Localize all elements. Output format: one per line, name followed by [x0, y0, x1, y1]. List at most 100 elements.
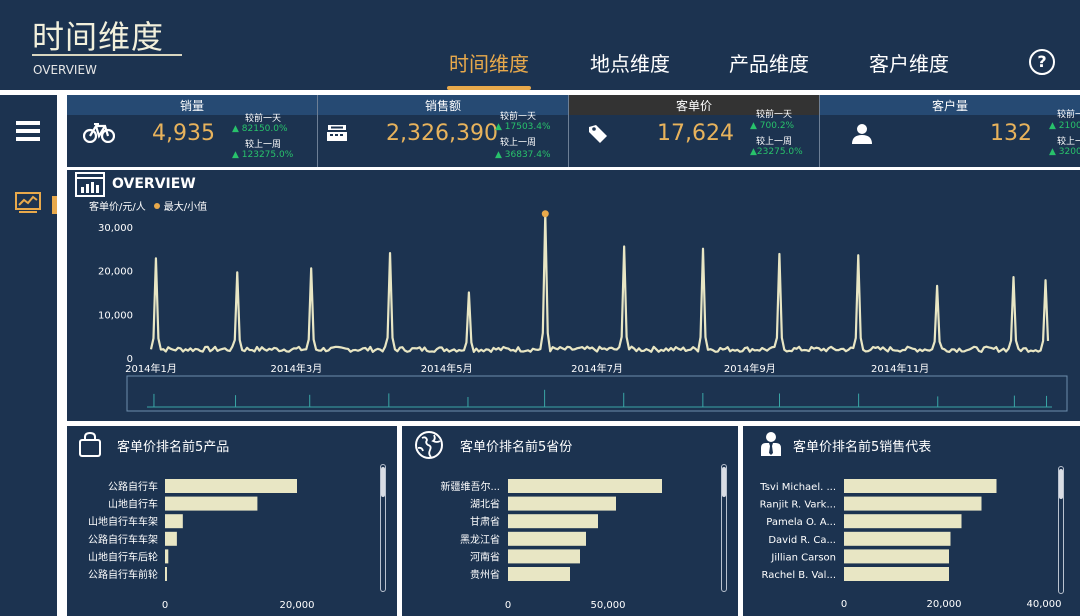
bar	[165, 531, 177, 546]
category-label: Jillian Carson	[770, 552, 836, 563]
scrollbar-thumb[interactable]	[1059, 469, 1063, 499]
bar	[844, 514, 962, 529]
kpi-day-change: ▲ 700.2%	[750, 121, 795, 131]
tab-product-dimension[interactable]: 产品维度	[729, 48, 809, 90]
x-tick-label: 40,000	[1027, 599, 1062, 610]
kpi-card-sales-amount: 销售额 2,326,390 较前一天 ▲ 17503.4% 较上一周 ▲ 368…	[318, 95, 568, 167]
chart-title: OVERVIEW	[112, 176, 196, 192]
category-label: 公路自行车前轮	[88, 568, 158, 581]
kpi-week-label: 较上一周	[756, 137, 793, 147]
help-button[interactable]: ?	[1029, 49, 1055, 75]
bar	[844, 567, 949, 581]
bar	[165, 496, 258, 511]
overview-line-chart: 010,00020,00030,0002014年1月 2014年3月 2014年5月…	[75, 172, 1068, 412]
kpi-week-label: 较上一周	[1057, 137, 1080, 147]
kpi-card-unit-price: 客单价 17,624 较前一天 ▲ 700.2% 较上一周 ▲23275.0%	[569, 95, 819, 167]
tab-time-dimension[interactable]: 时间维度	[447, 48, 531, 90]
x-tick-label: 20,000	[280, 600, 315, 611]
vertical-scrollbar[interactable]	[721, 464, 727, 592]
kpi-week-change: ▲23275.0%	[750, 147, 803, 157]
max-point-marker	[541, 210, 549, 218]
y-tick-label: 20,000	[98, 267, 133, 278]
category-label: 公路自行车车架	[88, 533, 158, 546]
category-label: 贵州省	[470, 568, 500, 581]
kpi-title: 客户量	[931, 99, 968, 113]
bar	[508, 479, 662, 493]
kpi-day-change: ▲ 82150.0%	[232, 124, 288, 134]
x-tick-label: 2014年3月	[270, 362, 322, 375]
x-tick-label: 0	[841, 599, 847, 610]
kpi-value: 2,326,390	[386, 121, 498, 146]
top-products-panel: 客单价排名前5产品 公路自行车 山地自行车 山地自行车车架 公路自行车车架 山地自行车后…	[67, 426, 397, 616]
bicycle-icon	[82, 121, 116, 147]
tab-customer-dimension[interactable]: 客户维度	[869, 48, 949, 90]
menu-icon[interactable]	[16, 121, 40, 141]
page-subtitle: OVERVIEW	[33, 63, 97, 77]
category-label: 河南省	[470, 550, 500, 563]
category-label: 山地自行车车架	[88, 515, 158, 528]
x-tick-label: 0	[162, 600, 168, 611]
vertical-scrollbar[interactable]	[1058, 466, 1064, 594]
bar	[844, 496, 982, 511]
x-tick-label: 2014年11月	[871, 362, 929, 375]
vertical-scrollbar[interactable]	[380, 464, 386, 592]
kpi-day-change: ▲ 2100.0%	[1049, 121, 1080, 131]
overview-chart-panel: 0 10,000 20,000 30,000 2014年1月 2014年3月 2014年5月…	[67, 170, 1080, 421]
price-tag-icon	[587, 123, 609, 149]
kpi-day-label: 较前一天	[756, 110, 793, 120]
top-header: 时间维度 OVERVIEW 时间维度 地点维度 产品维度 客户维度 ?	[0, 0, 1080, 90]
kpi-value: 132	[990, 121, 1032, 146]
bar	[508, 514, 598, 529]
bar-chart-icon	[75, 172, 105, 197]
x-tick-label: 2014年1月	[125, 362, 177, 375]
y-axis-label: 客单价/元/人	[89, 202, 146, 213]
category-label: Rachel B. Val...	[761, 570, 836, 581]
title-underline	[32, 54, 182, 56]
x-tick-label: 2014年5月	[421, 362, 473, 375]
x-tick-label: 50,000	[591, 600, 626, 611]
scrollbar-thumb[interactable]	[381, 467, 385, 497]
line-chart-icon[interactable]	[15, 192, 41, 218]
kpi-value: 4,935	[152, 121, 215, 146]
x-tick-label: 20,000	[927, 599, 962, 610]
bar	[165, 479, 297, 493]
bar	[844, 549, 949, 564]
category-label: 黑龙江省	[460, 533, 500, 546]
category-label: David R. Ca...	[768, 535, 836, 546]
scrollbar-thumb[interactable]	[722, 467, 726, 497]
category-label: Tsvi Michael. ...	[759, 482, 836, 493]
person-icon	[851, 123, 873, 149]
top-sales-reps-bar-chart: Tsvi Michael. ... Ranjit R. Vark... Pamela…	[759, 479, 1062, 610]
bar	[508, 549, 580, 564]
category-label: Pamela O. A...	[766, 517, 836, 528]
kpi-week-change: ▲ 3200.0%	[1049, 147, 1080, 157]
y-tick-label: 10,000	[98, 310, 133, 321]
page-title: 时间维度	[32, 18, 165, 56]
range-brush-frame	[126, 375, 1068, 412]
bar	[844, 479, 997, 493]
cash-register-icon	[326, 123, 348, 147]
category-label: 山地自行车后轮	[88, 550, 158, 563]
bar	[508, 531, 586, 546]
sidebar	[0, 95, 57, 616]
y-tick-label: 30,000	[98, 223, 133, 234]
kpi-value: 17,624	[657, 121, 734, 146]
kpi-week-change: ▲ 123275.0%	[232, 150, 294, 160]
top-provinces-panel: 客单价排名前5省份 新疆维吾尔... 湖北省 甘肃省 黑龙江省 河南省 贵州省 0 50,00…	[402, 426, 738, 616]
tab-location-dimension[interactable]: 地点维度	[590, 48, 670, 90]
bar	[508, 567, 570, 581]
kpi-day-label: 较前一天	[245, 114, 282, 124]
category-label: 公路自行车	[108, 480, 158, 493]
kpi-card-sales-volume: 销量 4,935 较前一天 ▲ 82150.0% 较上一周 ▲ 123275.0…	[67, 95, 317, 167]
category-label: 新疆维吾尔...	[440, 480, 500, 493]
kpi-day-label: 较前一天	[1057, 110, 1080, 120]
kpi-header: 客户量	[820, 95, 1080, 115]
category-label: 甘肃省	[470, 515, 500, 528]
bar	[165, 549, 169, 564]
category-label: Ranjit R. Vark...	[760, 500, 836, 511]
active-nav-marker	[52, 196, 57, 214]
kpi-day-change: ▲ 17503.4%	[495, 122, 551, 132]
category-label: 山地自行车	[108, 498, 158, 511]
legend-label: 最大/小值	[163, 202, 208, 213]
top-products-bar-chart: 公路自行车山地自行车山地自行车车架公路自行车车架山地自行车后轮公路自行车前轮 0 2…	[88, 479, 315, 611]
